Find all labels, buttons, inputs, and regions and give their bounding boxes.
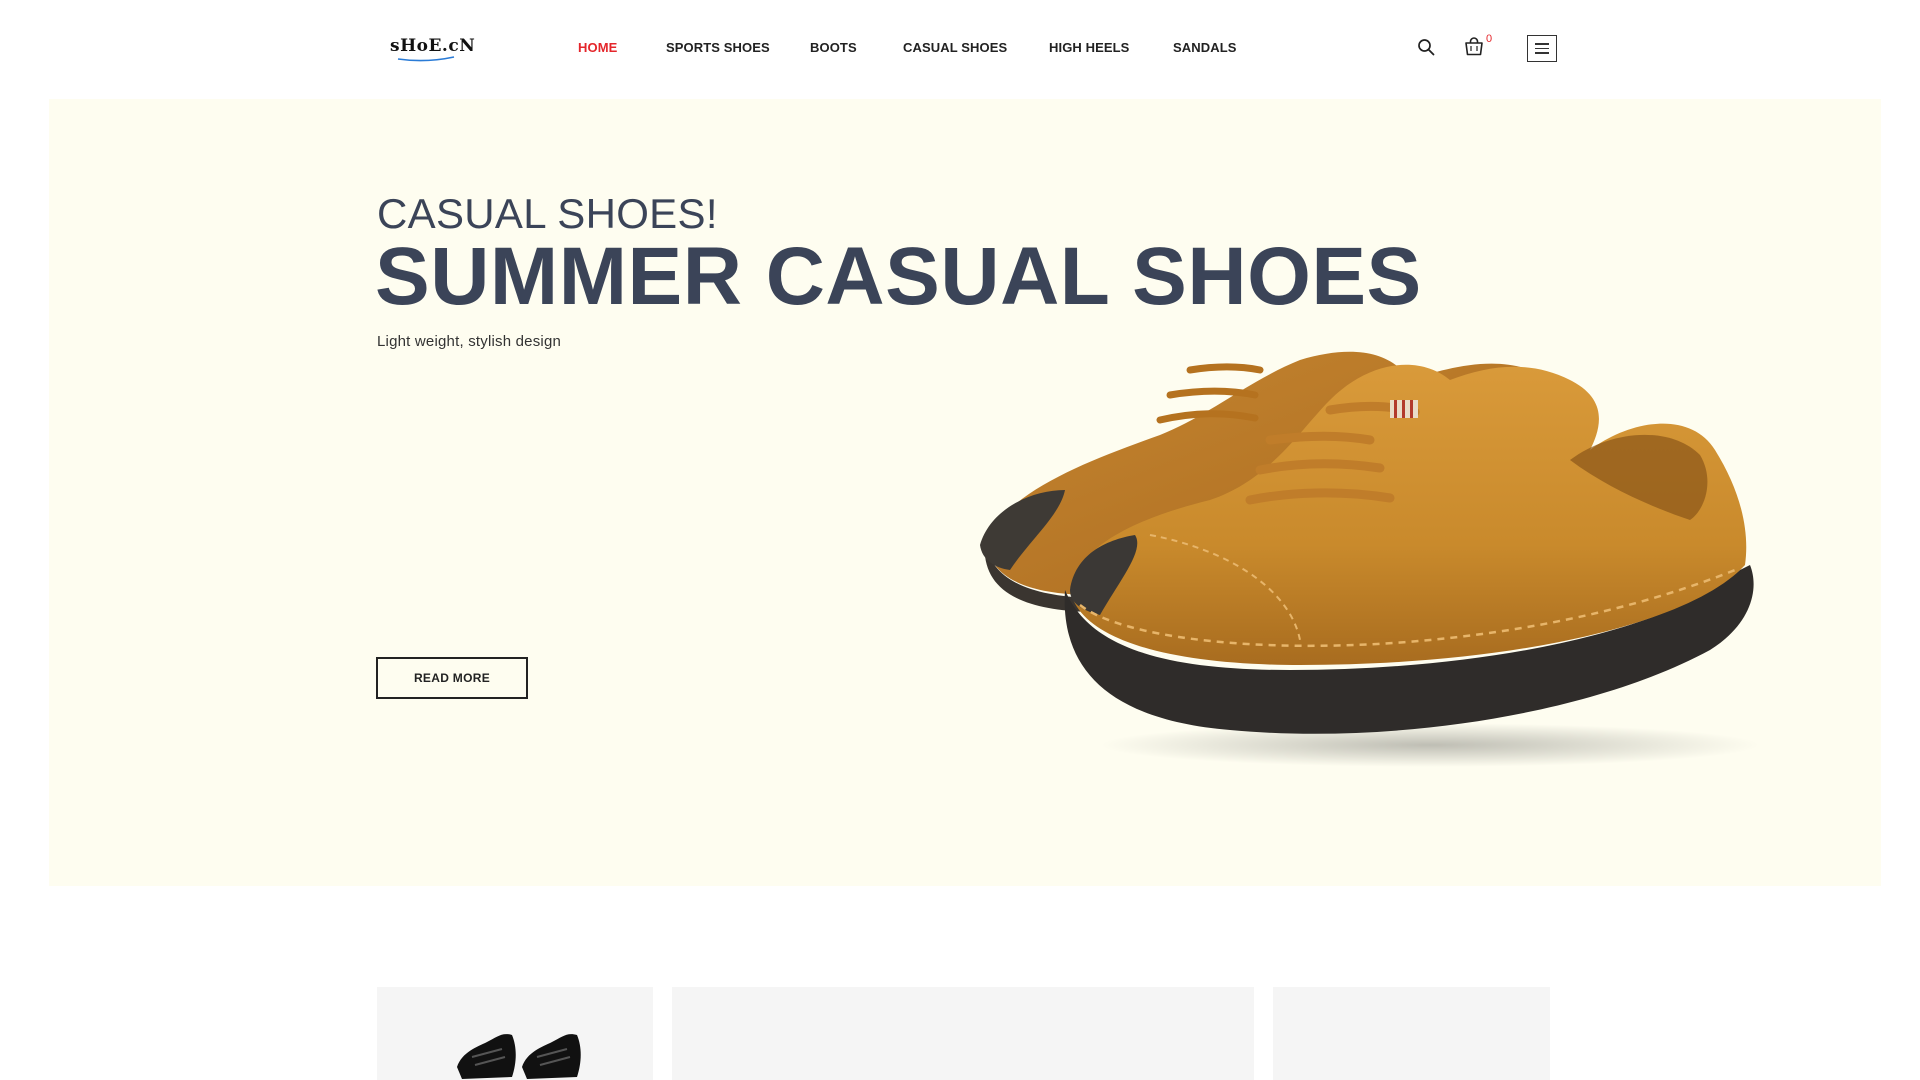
read-more-button[interactable]: READ MORE [376, 657, 528, 699]
product-image [457, 1034, 581, 1079]
product-card[interactable] [377, 987, 653, 1080]
nav-item-high-heels[interactable]: HIGH HEELS [1049, 40, 1129, 55]
page: sHoE.cN HOME SPORTS SHOES BOOTS CASUAL S… [0, 0, 1920, 1080]
nav-item-sports-shoes[interactable]: SPORTS SHOES [666, 40, 770, 55]
search-icon[interactable] [1417, 38, 1435, 56]
nav-item-casual-shoes[interactable]: CASUAL SHOES [903, 40, 1007, 55]
nav-item-boots[interactable]: BOOTS [810, 40, 857, 55]
menu-icon-bar [1535, 47, 1549, 50]
site-header: sHoE.cN HOME SPORTS SHOES BOOTS CASUAL S… [0, 0, 1920, 96]
product-card[interactable] [1273, 987, 1550, 1080]
logo-swoosh-icon [397, 56, 455, 62]
product-card[interactable] [672, 987, 1254, 1080]
nav-item-home[interactable]: HOME [578, 40, 617, 55]
hero-shoe-image[interactable] [970, 340, 1760, 770]
menu-icon-bar [1535, 52, 1549, 54]
cart-icon[interactable] [1464, 37, 1484, 56]
menu-icon-bar [1535, 43, 1549, 45]
logo-text: sHoE.cN [390, 36, 476, 56]
site-logo[interactable]: sHoE.cN [390, 36, 476, 66]
nav-item-sandals[interactable]: SANDALS [1173, 40, 1237, 55]
hero-description: Light weight, stylish design [377, 333, 562, 350]
hero-title: SUMMER CASUAL SHOES [375, 231, 1422, 322]
cart-count-badge: 0 [1486, 33, 1493, 45]
menu-button[interactable] [1527, 35, 1557, 62]
